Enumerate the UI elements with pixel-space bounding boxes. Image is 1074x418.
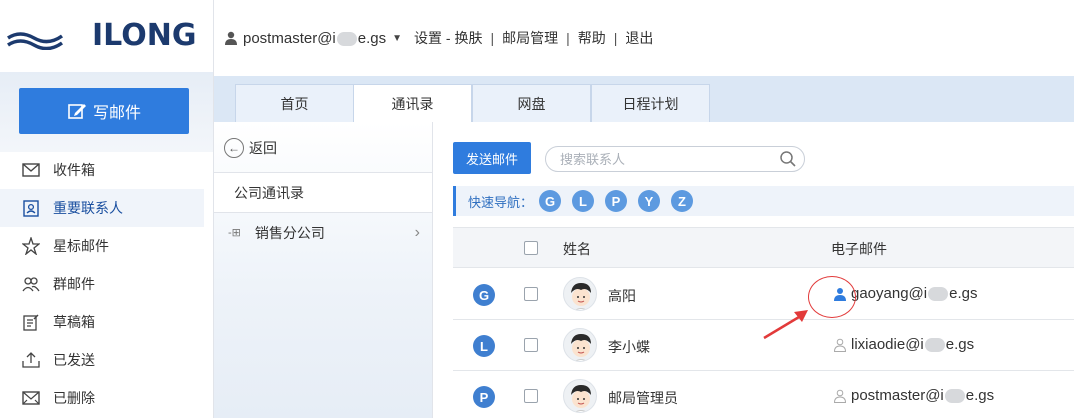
star-icon	[22, 237, 40, 255]
tab-netdisk[interactable]: 网盘	[472, 84, 591, 122]
contact-name: 高阳	[608, 288, 636, 304]
contact-name: 李小蝶	[608, 339, 650, 355]
logo-wave-icon	[7, 32, 64, 50]
contacts-main: 发送邮件 快速导航： G L P Y Z 姓名 电子邮件 G 高阳 gaoyan…	[434, 122, 1074, 418]
logo-text: ILONG	[92, 18, 197, 53]
quick-nav-bar: 快速导航： G L P Y Z	[453, 186, 1074, 216]
quick-nav-letter-p[interactable]: P	[605, 190, 628, 212]
trash-icon	[22, 389, 40, 407]
table-header: 姓名 电子邮件	[453, 227, 1074, 268]
sidebar-item-inbox[interactable]: 收件箱	[0, 151, 204, 189]
tab-strip: 首页 通讯录 网盘 日程计划	[214, 76, 1074, 123]
quick-nav-letter-y[interactable]: Y	[638, 190, 661, 212]
sidebar-item-label: 草稿箱	[53, 314, 95, 330]
back-button[interactable]: ← 返回	[224, 138, 277, 158]
avatar	[563, 379, 597, 413]
person-outline-icon	[833, 338, 847, 352]
back-label: 返回	[249, 140, 277, 156]
sidebar-item-label: 群邮件	[53, 276, 95, 292]
user-icon	[224, 31, 238, 45]
redacted-blur	[944, 388, 965, 403]
sidebar-item-label: 星标邮件	[53, 238, 109, 254]
contact-email[interactable]: lixiaodie@i e.gs	[833, 336, 974, 353]
row-letter-badge: G	[473, 284, 495, 306]
sidebar-item-label: 已发送	[53, 352, 95, 368]
help-link[interactable]: 帮助	[578, 28, 606, 48]
compose-label: 写邮件	[92, 105, 141, 122]
redacted-blur	[924, 337, 945, 352]
sidebar-item-starred[interactable]: 星标邮件	[0, 227, 204, 265]
column-header-email: 电子邮件	[831, 241, 887, 257]
row-checkbox[interactable]	[524, 338, 538, 352]
row-letter-badge: L	[473, 335, 495, 357]
sidebar-item-label: 已删除	[53, 390, 95, 406]
sidebar: 写邮件 收件箱 重要联系人 星标邮件 群邮件 草稿箱 已发送 已删除	[0, 72, 213, 418]
contact-email[interactable]: postmaster@i e.gs	[833, 387, 994, 404]
select-all-checkbox[interactable]	[524, 241, 538, 255]
redacted-blur	[928, 286, 949, 301]
tab-home[interactable]: 首页	[235, 84, 354, 122]
quick-nav-letter-g[interactable]: G	[539, 190, 562, 212]
contact-groups-panel: ← 返回 公司通讯录 -⊞ 销售分公司 ›	[214, 122, 433, 418]
search-contacts-input[interactable]	[545, 146, 805, 172]
redacted-blur	[336, 31, 357, 46]
avatar	[563, 328, 597, 362]
quick-nav-letter-z[interactable]: Z	[671, 190, 694, 212]
sent-icon	[22, 351, 40, 369]
edit-icon	[68, 104, 86, 119]
group-icon	[22, 275, 40, 293]
avatar	[563, 277, 597, 311]
topbar: postmaster@i e.gs ▼ 设置 - 换肤 | 邮局管理 | 帮助 |…	[214, 0, 1074, 76]
sidebar-item-label: 重要联系人	[53, 200, 123, 216]
compose-button[interactable]: 写邮件	[19, 88, 189, 134]
user-account-menu[interactable]: postmaster@i e.gs	[243, 30, 386, 47]
separator: |	[566, 30, 570, 46]
quick-nav-letter-l[interactable]: L	[572, 190, 595, 212]
sidebar-item-drafts[interactable]: 草稿箱	[0, 303, 204, 341]
logout-link[interactable]: 退出	[625, 28, 653, 48]
separator: |	[613, 30, 618, 46]
group-label: 销售分公司	[254, 224, 325, 241]
search-icon[interactable]	[779, 150, 797, 168]
logo-area: ILONG	[0, 0, 213, 72]
separator: |	[490, 30, 495, 46]
tree-node-icon: -⊞	[228, 227, 241, 239]
draft-icon	[22, 313, 40, 331]
table-row[interactable]: P 邮局管理员 postmaster@i e.gs	[453, 371, 1074, 418]
sidebar-item-label: 收件箱	[53, 162, 95, 178]
tab-contacts[interactable]: 通讯录	[353, 84, 472, 123]
sidebar-item-important-contacts[interactable]: 重要联系人	[0, 189, 204, 227]
chevron-right-icon: ›	[414, 223, 420, 241]
quick-nav-label: 快速导航：	[468, 194, 534, 210]
send-mail-button[interactable]: 发送邮件	[453, 142, 531, 174]
row-checkbox[interactable]	[524, 389, 538, 403]
arrow-left-icon: ←	[224, 138, 244, 158]
row-checkbox[interactable]	[524, 287, 538, 301]
contact-card-icon	[22, 199, 40, 217]
sidebar-item-sent[interactable]: 已发送	[0, 341, 204, 379]
annotation-arrow-icon	[763, 310, 808, 340]
settings-skin-link[interactable]: 设置 - 换肤	[414, 28, 482, 48]
sidebar-item-deleted[interactable]: 已删除	[0, 379, 204, 417]
envelope-icon	[22, 161, 40, 179]
contact-name: 邮局管理员	[608, 390, 678, 406]
row-letter-badge: P	[473, 386, 495, 408]
tab-calendar[interactable]: 日程计划	[591, 84, 710, 122]
group-label: 公司通讯录	[234, 184, 304, 201]
post-office-admin-link[interactable]: 邮局管理	[502, 28, 558, 48]
chevron-down-icon[interactable]: ▼	[392, 33, 402, 44]
group-company-directory[interactable]: 公司通讯录	[214, 172, 432, 212]
sidebar-item-group-mail[interactable]: 群邮件	[0, 265, 204, 303]
person-outline-icon	[833, 389, 847, 403]
group-sales-branch[interactable]: -⊞ 销售分公司 ›	[214, 212, 432, 252]
column-header-name: 姓名	[563, 241, 591, 257]
